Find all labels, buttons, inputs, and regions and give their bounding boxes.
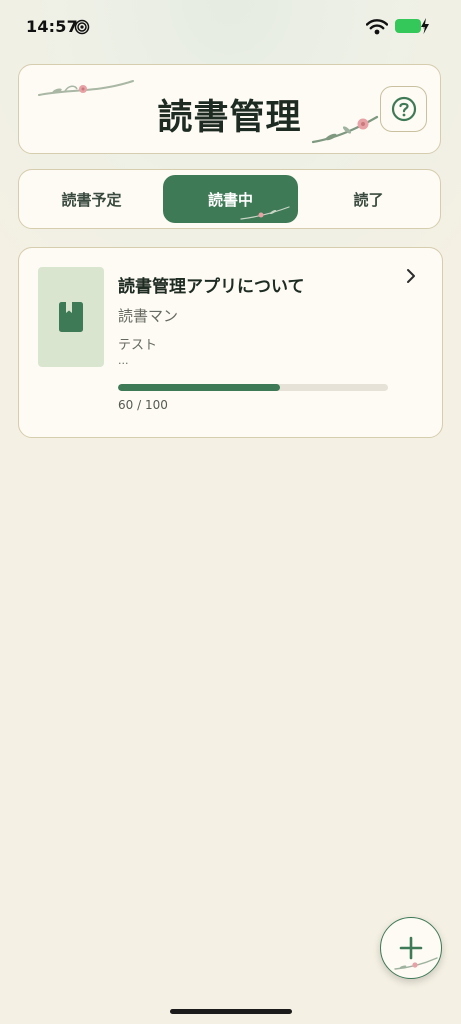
tab-branch-decoration-icon <box>240 206 290 220</box>
tab-planned-label: 読書予定 <box>61 190 122 209</box>
progress-text: 60 / 100 <box>118 398 168 412</box>
book-note: テスト <box>118 338 158 353</box>
tab-finished-label: 読了 <box>353 190 384 209</box>
chevron-right-icon <box>407 269 415 283</box>
help-button[interactable] <box>380 86 427 132</box>
tab-planned[interactable]: 読書予定 <box>24 175 159 223</box>
home-indicator <box>170 1009 292 1014</box>
book-card[interactable]: 読書管理アプリについて 読書マン テスト ... 60 / 100 <box>18 247 443 438</box>
reading-progress-fill <box>118 384 280 391</box>
status-time: 14:57 <box>26 17 78 36</box>
reading-progress-bar <box>118 384 388 391</box>
tab-finished[interactable]: 読了 <box>301 175 436 223</box>
focus-mode-icon <box>74 19 90 35</box>
status-tabs: 読書予定 読書中 読了 <box>18 169 441 229</box>
blossom-branch-icon <box>311 115 379 144</box>
battery-icon <box>395 19 421 33</box>
status-bar: 14:57 <box>0 0 461 54</box>
fab-branch-decoration-icon <box>394 957 438 970</box>
book-cover <box>38 267 104 367</box>
add-book-button[interactable] <box>380 917 442 979</box>
question-circle-icon <box>391 96 416 122</box>
wifi-icon <box>366 19 388 35</box>
header-card: 読書管理 <box>18 64 441 154</box>
tab-reading[interactable]: 読書中 <box>163 175 298 223</box>
book-author: 読書マン <box>118 307 179 325</box>
bookmark-book-icon <box>59 302 83 332</box>
book-title: 読書管理アプリについて <box>118 277 305 297</box>
charging-bolt-icon <box>421 18 429 34</box>
book-note-more: ... <box>118 354 129 367</box>
